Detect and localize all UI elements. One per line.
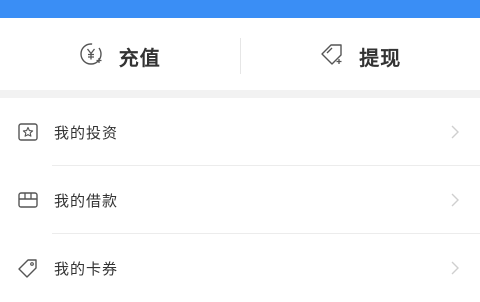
chevron-right-icon [450, 125, 460, 139]
chevron-right-icon [450, 261, 460, 275]
menu-item-coupon[interactable]: 我的卡券 [0, 234, 480, 302]
withdraw-button[interactable]: 提现 [241, 22, 480, 90]
loan-wallet-icon [16, 188, 40, 212]
menu-item-investment[interactable]: 我的投资 [0, 98, 480, 166]
chevron-right-icon [450, 193, 460, 207]
yen-coin-icon [79, 41, 105, 71]
withdraw-tag-icon [319, 41, 345, 71]
quick-actions: 充值 提现 [0, 22, 480, 90]
withdraw-label: 提现 [359, 42, 401, 71]
recharge-label: 充值 [119, 42, 161, 71]
menu-item-loan[interactable]: 我的借款 [0, 166, 480, 234]
section-gap [0, 90, 480, 98]
top-bar [0, 0, 480, 18]
menu-item-label: 我的卡券 [54, 258, 118, 279]
coupon-tag-icon [16, 256, 40, 280]
investment-star-icon [16, 120, 40, 144]
menu-list: 我的投资 我的借款 我的卡券 [0, 98, 480, 302]
recharge-button[interactable]: 充值 [0, 22, 240, 90]
menu-item-label: 我的投资 [54, 122, 118, 143]
menu-item-label: 我的借款 [54, 190, 118, 211]
